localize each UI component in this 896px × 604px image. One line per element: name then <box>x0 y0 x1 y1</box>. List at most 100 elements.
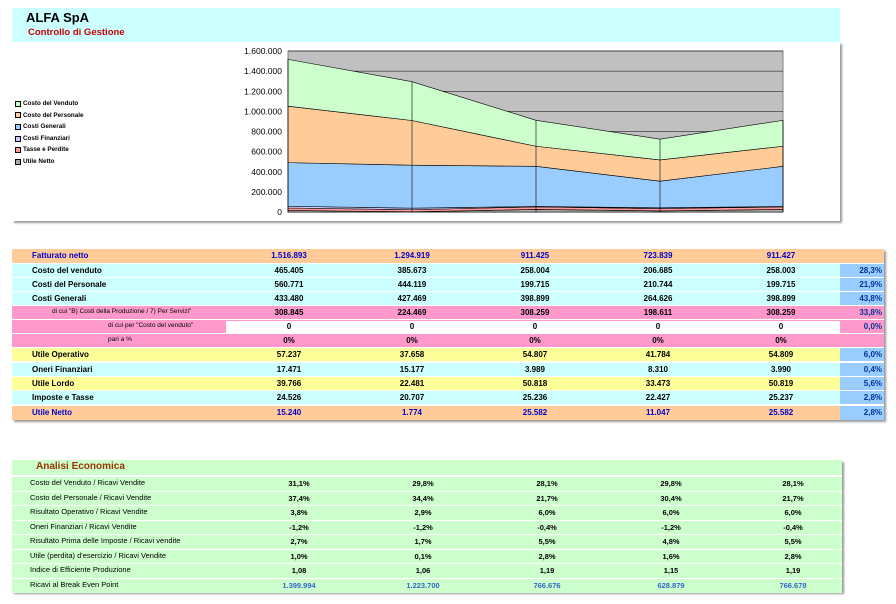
analysis-row: Ricavi al Break Even Point 1.399.994 1.223… <box>12 577 842 593</box>
analysis-title: Analisi Economica <box>12 460 842 475</box>
row-percent: 2,8% <box>863 408 882 417</box>
analysis-value: 1,19 <box>539 566 555 575</box>
row-value: 33.473 <box>645 379 671 388</box>
y-tick-label: 0 <box>277 207 282 217</box>
analysis-table: Analisi Economica Costo del Venduto / Ri… <box>12 460 842 593</box>
row-value: 427.469 <box>397 294 427 303</box>
analysis-value: 1,0% <box>290 551 308 561</box>
row-value: 3.990 <box>770 365 792 374</box>
row-percent: 21,9% <box>859 280 882 289</box>
analysis-value: 0,1% <box>414 551 432 561</box>
row-value: 1.294.919 <box>394 251 430 260</box>
row-value: 560.771 <box>274 280 304 289</box>
row-value: 20.707 <box>399 393 425 402</box>
analysis-title-text: Analisi Economica <box>36 461 125 472</box>
analysis-label: Ricavi al Break Even Point <box>30 579 119 589</box>
row-value: 1.774 <box>401 408 423 417</box>
row-value: 0 <box>778 322 784 331</box>
row-value: 0 <box>409 322 415 331</box>
table-row: Costi Generali 433.480 427.469 398.899 264.6… <box>12 291 884 305</box>
analysis-value: 766.676 <box>533 580 561 590</box>
row-value: 308.259 <box>766 308 796 317</box>
analysis-value: 2,8% <box>538 551 556 561</box>
row-value: 8.310 <box>647 365 669 374</box>
analysis-row: Costo del Venduto / Ricavi Vendite 31,1% 2… <box>12 476 842 491</box>
row-label: Costi del Personale <box>32 280 107 289</box>
row-percent: 33,8% <box>859 308 882 317</box>
table-row: Costo del venduto 465.405 385.673 258.004 20… <box>12 263 884 277</box>
company-title: ALFA SpA <box>26 10 90 25</box>
row-value: 0% <box>529 336 541 345</box>
report-subtitle: Controllo di Gestione <box>28 27 125 38</box>
analysis-row: Oneri Finanziari / Ricavi Vendite -1,2% -1… <box>12 519 842 535</box>
row-value: 24.526 <box>276 393 302 402</box>
row-value: 0 <box>286 322 292 331</box>
analysis-label: Risultato Prima delle Imposte / Ricavi v… <box>30 536 181 545</box>
row-value: 22.427 <box>645 393 671 402</box>
row-value: 0% <box>406 336 418 345</box>
analysis-row: Indice di Efficiente Produzione 1,08 1,06 1… <box>12 563 842 578</box>
row-value: 22.481 <box>399 379 425 388</box>
row-value: 15.177 <box>399 365 425 374</box>
analysis-value: 1.223.700 <box>406 580 440 590</box>
analysis-value: 6,0% <box>662 508 680 517</box>
row-percent: 43,8% <box>859 294 882 303</box>
row-value: 54.807 <box>522 350 548 359</box>
row-value: 385.673 <box>397 266 427 275</box>
analysis-value: -1,2% <box>289 522 309 532</box>
table-row: Oneri Finanziari 17.471 15.177 3.989 8.310 3.… <box>12 362 884 376</box>
analysis-value: 1.399.994 <box>282 580 316 590</box>
row-value: 433.480 <box>274 294 304 303</box>
row-value: 54.809 <box>768 350 794 359</box>
row-value: 11.047 <box>645 408 671 417</box>
analysis-row: Risultato Prima delle Imposte / Ricavi v… <box>12 534 842 549</box>
row-value: 0 <box>655 322 661 331</box>
row-value: 37.658 <box>399 350 425 359</box>
row-value: 50.818 <box>522 379 548 388</box>
analysis-value: 1,19 <box>785 566 801 575</box>
stacked-area-chart: 1.600.000 1.400.000 1.200.000 1.000.000 800.… <box>244 46 784 217</box>
y-tick-label: 1.400.000 <box>244 66 282 76</box>
financial-table: Fatturato netto 1.516.893 1.294.919 911.425… <box>12 249 884 420</box>
analysis-label: Oneri Finanziari / Ricavi Vendite <box>30 521 137 531</box>
analysis-value: 28,1% <box>536 479 558 488</box>
analysis-value: 1,06 <box>415 566 431 575</box>
analysis-value: 6,0% <box>784 508 802 517</box>
analysis-label: Costo del Personale / Ricavi Vendite <box>30 492 152 502</box>
analysis-value: 628.879 <box>657 580 685 590</box>
y-tick-label: 800.000 <box>251 127 282 137</box>
analysis-value: -0,4% <box>537 522 557 532</box>
table-row: pari a % 0% 0% 0% 0% 0% <box>12 333 884 347</box>
table-row: Imposte e Tasse 24.526 20.707 25.236 22.427 2… <box>12 390 884 404</box>
row-percent: 2,8% <box>863 393 882 402</box>
row-label: di cui per "Costo del venduto" <box>108 322 194 329</box>
row-value: 25.236 <box>522 393 548 402</box>
analysis-value: 2,9% <box>414 508 432 517</box>
row-label: Imposte e Tasse <box>32 393 94 402</box>
analysis-value: -0,4% <box>783 522 803 532</box>
report-header: ALFA SpA Controllo di Gestione <box>12 8 840 42</box>
row-value: 0 <box>532 322 538 331</box>
row-percent: 6,0% <box>863 350 882 359</box>
analysis-value: 1,7% <box>414 537 432 546</box>
row-value: 25.582 <box>768 408 794 417</box>
row-label: pari a % <box>108 336 132 343</box>
row-value: 210.744 <box>643 280 673 289</box>
row-value: 57.237 <box>276 350 302 359</box>
row-value: 723.839 <box>643 251 673 260</box>
row-percent: 28,3% <box>859 266 882 275</box>
row-value: 50.819 <box>768 379 794 388</box>
analysis-label: Indice di Efficiente Produzione <box>30 565 131 574</box>
row-value: 3.989 <box>524 365 546 374</box>
row-label: Utile Lordo <box>32 379 75 388</box>
row-value: 25.582 <box>522 408 548 417</box>
row-value: 41.784 <box>645 350 671 359</box>
analysis-row: Utile (perdita) d'esercizio / Ricavi Ven… <box>12 548 842 564</box>
row-label: Costo del venduto <box>32 266 102 275</box>
row-label: Costi Generali <box>32 294 87 303</box>
row-value: 258.003 <box>766 266 796 275</box>
y-tick-label: 1.000.000 <box>244 106 282 116</box>
row-value: 911.425 <box>520 251 550 260</box>
row-label: Fatturato netto <box>32 251 89 260</box>
analysis-value: 21,7% <box>782 493 804 503</box>
